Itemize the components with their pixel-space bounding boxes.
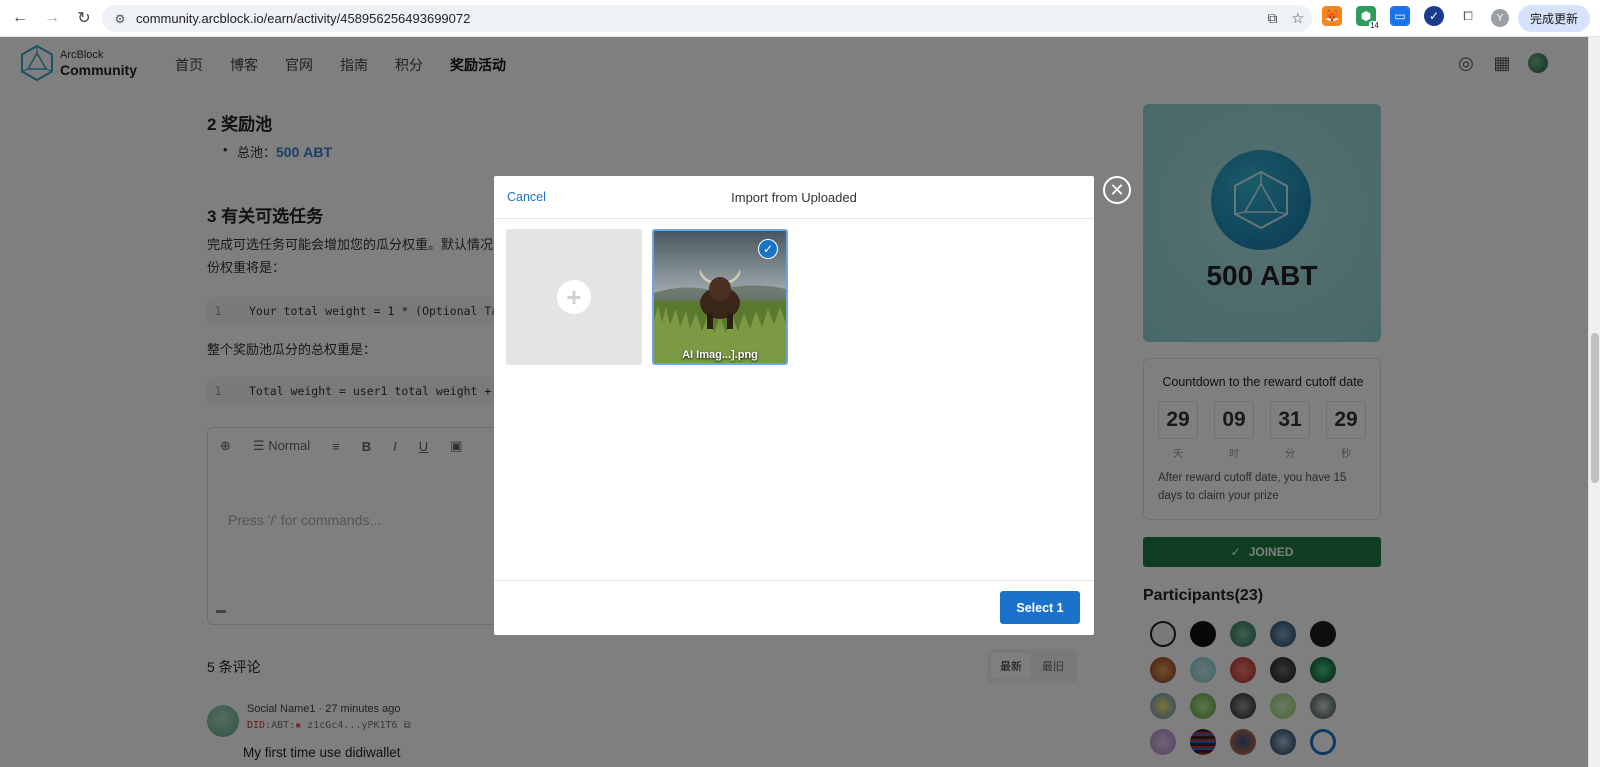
selected-check-icon[interactable]: ✓: [758, 239, 778, 259]
extension-badge: 14: [1369, 21, 1380, 30]
metamask-extension-icon[interactable]: 🦊: [1322, 6, 1342, 26]
plus-icon: +: [557, 280, 591, 314]
bookmark-star-icon[interactable]: ☆: [1291, 10, 1304, 27]
scrollbar-thumb[interactable]: [1591, 333, 1599, 483]
update-button[interactable]: 完成更新: [1517, 5, 1590, 32]
address-bar[interactable]: ⚙ community.arcblock.io/earn/activity/45…: [102, 5, 1312, 32]
browser-toolbar: ← → ↻ ⚙ community.arcblock.io/earn/activ…: [0, 0, 1600, 37]
dialog-footer: Select 1: [494, 580, 1094, 635]
reload-icon[interactable]: ↻: [70, 4, 98, 32]
uploaded-image-tile[interactable]: ✓ AI Imag...].png: [652, 229, 788, 365]
dialog-title: Import from Uploaded: [731, 190, 857, 205]
import-dialog: Cancel Import from Uploaded + ✓ AI Imag.…: [494, 176, 1094, 635]
url-text: community.arcblock.io/earn/activity/4589…: [136, 11, 471, 26]
profile-avatar[interactable]: Y: [1491, 9, 1509, 27]
forward-icon[interactable]: →: [38, 4, 66, 32]
close-dialog-icon[interactable]: ✕: [1103, 176, 1131, 204]
extension-icon[interactable]: ⬢ 14: [1356, 6, 1380, 30]
check-extension-icon[interactable]: ✓: [1424, 6, 1444, 26]
dialog-header: Cancel Import from Uploaded: [494, 176, 1094, 219]
site-settings-icon[interactable]: ⚙: [112, 11, 128, 27]
translate-icon[interactable]: ⧉: [1267, 10, 1277, 27]
back-icon[interactable]: ←: [6, 4, 34, 32]
puzzle-extensions-icon[interactable]: ⧠: [1458, 6, 1478, 26]
page-scrollbar[interactable]: [1588, 37, 1600, 767]
select-button[interactable]: Select 1: [1000, 591, 1080, 624]
upload-new-tile[interactable]: +: [506, 229, 642, 365]
image-filename: AI Imag...].png: [682, 349, 758, 361]
screen-extension-icon[interactable]: ▭: [1390, 6, 1410, 26]
